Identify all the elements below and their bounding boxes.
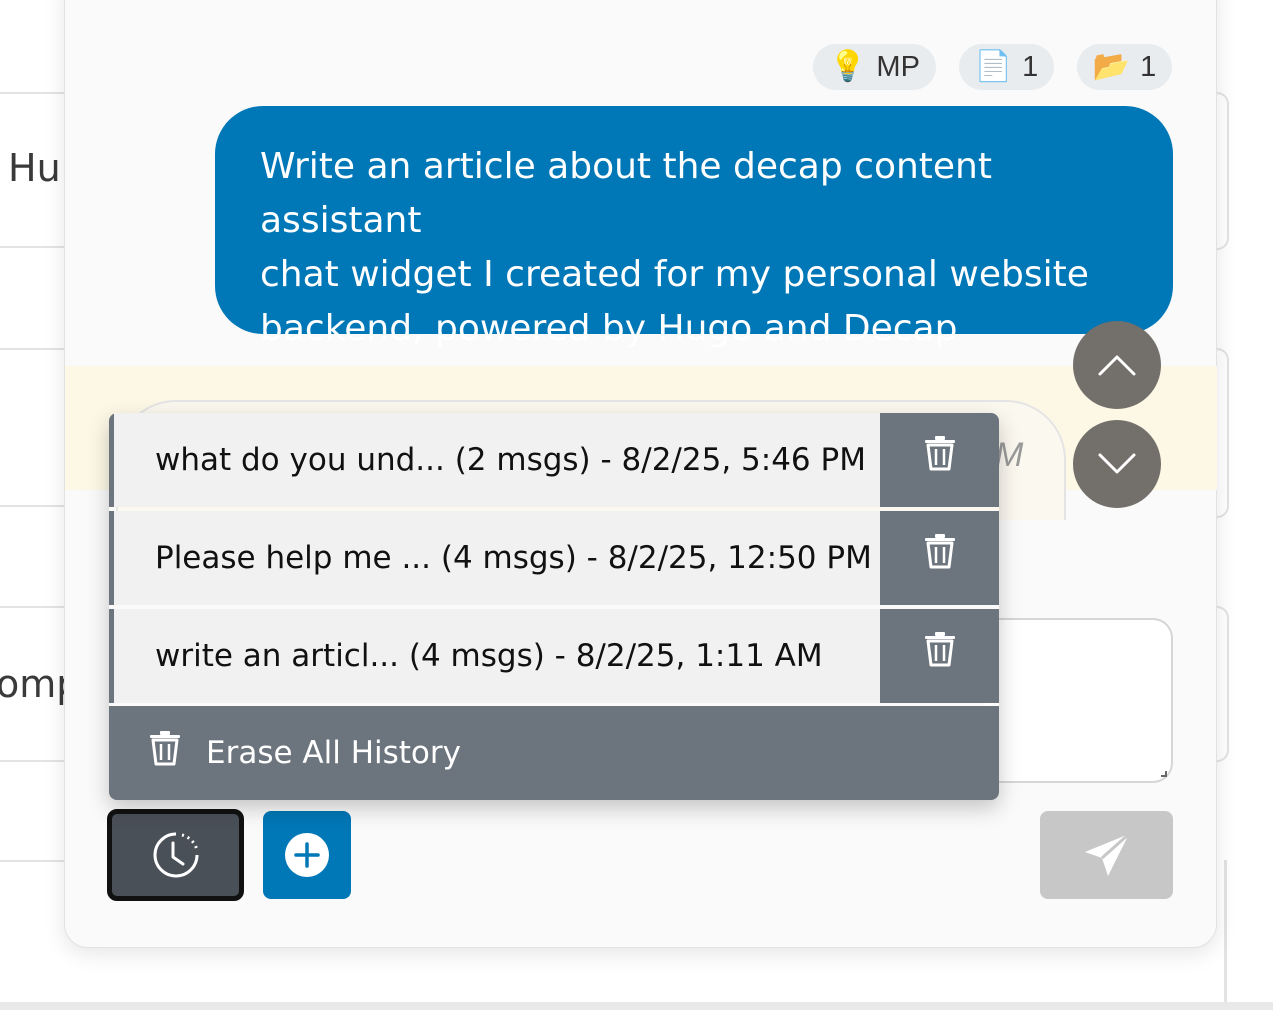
folder-icon: 📂 [1092, 50, 1131, 83]
chevron-up-icon [1098, 355, 1136, 376]
lightbulb-icon: 💡 [829, 50, 867, 83]
message-line: backend, powered by Hugo and Decap [260, 308, 958, 349]
chip-label: 1 [1022, 50, 1039, 83]
history-item-label: Please help me ... (4 msgs) - 8/2/25, 12… [155, 540, 872, 576]
erase-all-label: Erase All History [206, 735, 461, 771]
bg-divider [0, 348, 70, 350]
scroll-down-button[interactable] [1073, 420, 1161, 508]
bg-divider [0, 246, 70, 248]
history-item-label: what do you und... (2 msgs) - 8/2/25, 5:… [155, 442, 866, 478]
bg-divider [0, 760, 70, 762]
resize-handle[interactable] [1161, 771, 1167, 777]
bg-card-edge [1215, 92, 1229, 250]
trash-icon [924, 632, 955, 667]
send-icon [1084, 832, 1130, 876]
history-dropdown: what do you und... (2 msgs) - 8/2/25, 5:… [109, 413, 999, 800]
history-item[interactable]: write an articl... (4 msgs) - 8/2/25, 1:… [109, 609, 999, 703]
bg-divider [0, 860, 70, 862]
trash-icon [924, 534, 955, 569]
history-item[interactable]: Please help me ... (4 msgs) - 8/2/25, 12… [109, 511, 999, 605]
chip-label: 1 [1140, 50, 1157, 83]
bg-card-edge [1215, 606, 1229, 762]
message-timestamp: M [995, 436, 1024, 474]
message-line: Write an article about the decap content… [260, 146, 992, 241]
context-chip-folders[interactable]: 📂 1 [1077, 44, 1172, 90]
user-message-bubble: Write an article about the decap content… [215, 106, 1173, 349]
bg-text-fragment: Hu [8, 146, 61, 190]
chevron-down-icon [1098, 453, 1136, 474]
send-button[interactable] [1040, 811, 1173, 899]
message-line: chat widget I created for my personal we… [260, 254, 1089, 295]
context-chip-mode[interactable]: 💡 MP [813, 44, 936, 90]
bg-card-edge [1215, 348, 1229, 518]
delete-history-button[interactable] [880, 413, 999, 507]
bg-card-edge [1224, 860, 1227, 1010]
history-button[interactable] [107, 809, 244, 901]
document-icon: 📄 [974, 50, 1013, 83]
context-chip-documents[interactable]: 📄 1 [959, 44, 1054, 90]
history-item-label: write an articl... (4 msgs) - 8/2/25, 1:… [155, 638, 823, 674]
new-chat-button[interactable] [263, 811, 351, 899]
bg-divider [0, 505, 70, 507]
history-item[interactable]: what do you und... (2 msgs) - 8/2/25, 5:… [109, 413, 999, 507]
scroll-up-button[interactable] [1073, 321, 1161, 409]
bg-divider [0, 92, 70, 94]
bg-bottom-strip [0, 1002, 1273, 1010]
clock-history-icon [153, 832, 198, 878]
chip-label: MP [876, 50, 920, 83]
trash-icon [924, 436, 955, 471]
bg-divider [0, 606, 70, 608]
erase-all-history-button[interactable]: Erase All History [109, 706, 999, 800]
plus-circle-icon [285, 833, 329, 877]
message-input[interactable] [985, 618, 1173, 783]
delete-history-button[interactable] [880, 609, 999, 703]
delete-history-button[interactable] [880, 511, 999, 605]
trash-icon [149, 730, 181, 771]
